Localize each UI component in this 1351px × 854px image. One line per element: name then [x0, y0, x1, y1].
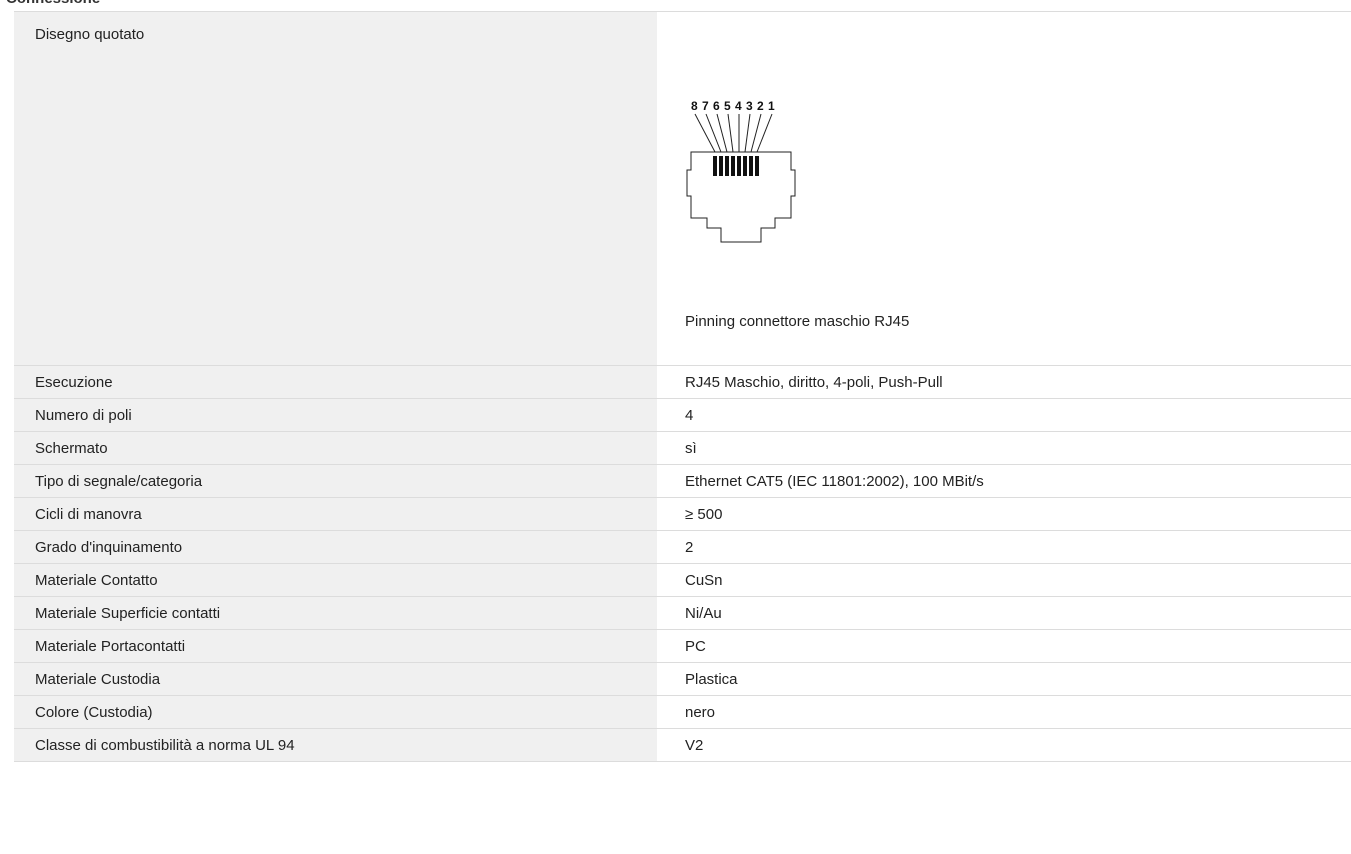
row-value: 2 [685, 538, 694, 556]
row-label: Classe di combustibilità a norma UL 94 [14, 729, 657, 761]
row-value: ≥ 500 [685, 505, 723, 523]
table-row: Cicli di manovra ≥ 500 [14, 498, 1351, 531]
row-value: V2 [685, 736, 704, 754]
row-label: Cicli di manovra [14, 498, 657, 530]
pin-number-7: 7 [702, 100, 709, 113]
row-label: Numero di poli [14, 399, 657, 431]
row-label: Materiale Superficie contatti [14, 597, 657, 629]
row-value: nero [685, 703, 716, 721]
pin-number-6: 6 [713, 100, 720, 113]
row-value: CuSn [685, 571, 723, 589]
table-row-drawing: Disegno quotato 8 7 6 5 4 3 2 1 Pinning … [14, 12, 1351, 366]
table-row: Schermato sì [14, 432, 1351, 465]
row-label: Tipo di segnale/categoria [14, 465, 657, 497]
row-label: Materiale Contatto [14, 564, 657, 596]
row-value: PC [685, 637, 706, 655]
table-row: Colore (Custodia) nero [14, 696, 1351, 729]
table-row: Materiale Custodia Plastica [14, 663, 1351, 696]
pin-number-1: 1 [768, 100, 775, 113]
table-row: Tipo di segnale/categoria Ethernet CAT5 … [14, 465, 1351, 498]
table-row: Esecuzione RJ45 Maschio, diritto, 4-poli… [14, 366, 1351, 399]
table-row: Materiale Superficie contatti Ni/Au [14, 597, 1351, 630]
drawing-label: Disegno quotato [14, 12, 657, 365]
pin-number-8: 8 [691, 100, 698, 113]
pin-number-2: 2 [757, 100, 764, 113]
rj45-pinning-drawing: 8 7 6 5 4 3 2 1 [686, 100, 796, 243]
row-value: Plastica [685, 670, 738, 688]
row-label: Grado d'inquinamento [14, 531, 657, 563]
pin-number-5: 5 [724, 100, 731, 113]
row-label: Colore (Custodia) [14, 696, 657, 728]
section-title: Connessione [0, 0, 1351, 10]
row-value: Ni/Au [685, 604, 722, 622]
table-row: Classe di combustibilità a norma UL 94 V… [14, 729, 1351, 762]
pin-number-3: 3 [746, 100, 753, 113]
rj45-contacts [713, 156, 759, 176]
pin-leader-lines [694, 113, 773, 153]
table-row: Numero di poli 4 [14, 399, 1351, 432]
spec-table: Disegno quotato 8 7 6 5 4 3 2 1 Pinning … [14, 11, 1351, 762]
row-label: Materiale Custodia [14, 663, 657, 695]
row-label: Schermato [14, 432, 657, 464]
row-value: sì [685, 439, 697, 457]
table-row: Materiale Portacontatti PC [14, 630, 1351, 663]
drawing-cell: 8 7 6 5 4 3 2 1 Pinning connettore masch… [657, 12, 1351, 365]
row-label: Esecuzione [14, 366, 657, 398]
pin-number-4: 4 [735, 100, 742, 113]
drawing-caption: Pinning connettore maschio RJ45 [685, 313, 910, 330]
table-row: Materiale Contatto CuSn [14, 564, 1351, 597]
row-value: RJ45 Maschio, diritto, 4-poli, Push-Pull [685, 373, 943, 391]
row-value: 4 [685, 406, 694, 424]
spec-page: Connessione Disegno quotato 8 7 6 5 4 3 … [0, 0, 1351, 854]
row-value: Ethernet CAT5 (IEC 11801:2002), 100 MBit… [685, 472, 984, 490]
row-label: Materiale Portacontatti [14, 630, 657, 662]
table-row: Grado d'inquinamento 2 [14, 531, 1351, 564]
